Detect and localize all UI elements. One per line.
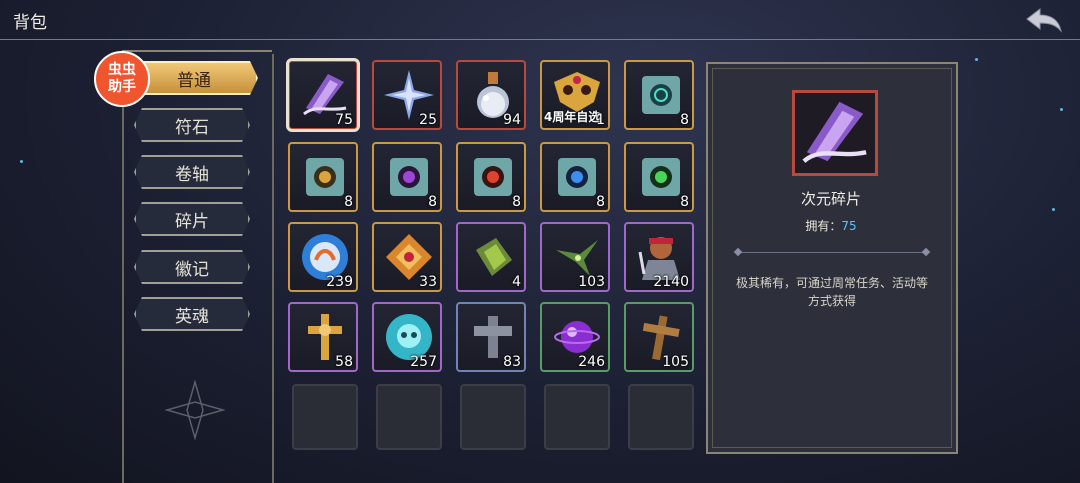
item-count: 8 (344, 194, 353, 210)
item-detail-panel: 次元碎片 拥有：75 极其稀有，可通过周常任务、活动等方式获得 (706, 62, 958, 454)
empty-slot (460, 384, 526, 450)
item-slot[interactable]: 8 (372, 142, 442, 212)
item-slot[interactable]: 103 (540, 222, 610, 292)
item-slot[interactable]: 8 (624, 60, 694, 130)
item-slot[interactable]: 8 (288, 142, 358, 212)
empty-slot (544, 384, 610, 450)
item-count: 33 (419, 274, 437, 290)
item-count: 8 (596, 194, 605, 210)
owned-label: 拥有： (805, 219, 842, 233)
empty-slot (376, 384, 442, 450)
back-arrow-icon[interactable] (1024, 6, 1064, 34)
item-count: 58 (335, 354, 353, 370)
sparkle (1060, 108, 1063, 111)
crystal-shard-icon (802, 101, 867, 163)
nav-tab-fragment[interactable]: 碎片 (134, 202, 250, 236)
nav-ornament (165, 380, 225, 440)
item-count: 8 (680, 194, 689, 210)
item-count: 94 (503, 112, 521, 128)
sparkle (20, 160, 23, 163)
empty-slot (292, 384, 358, 450)
sparkle (975, 58, 978, 61)
item-count: 105 (662, 354, 689, 370)
badge-line-2: 助手 (108, 79, 136, 95)
assistant-badge[interactable]: 虫虫 助手 (94, 51, 150, 107)
item-tag: 4周年自选 (544, 110, 601, 124)
owned-value: 75 (841, 219, 857, 233)
nav-top-rail (122, 50, 272, 52)
item-slot[interactable]: 246 (540, 302, 610, 372)
nav-tab-hero-soul[interactable]: 英魂 (134, 297, 250, 331)
item-slot[interactable]: 83 (456, 302, 526, 372)
item-slot[interactable]: 4 (456, 222, 526, 292)
item-count: 25 (419, 112, 437, 128)
item-count: 8 (512, 194, 521, 210)
badge-line-1: 虫虫 (108, 62, 136, 78)
item-slot[interactable]: 25 (372, 60, 442, 130)
item-count: 83 (503, 354, 521, 370)
nav-tab-scroll[interactable]: 卷轴 (134, 155, 250, 189)
owned-count: 拥有：75 (708, 217, 954, 234)
item-description: 极其稀有，可通过周常任务、活动等方式获得 (735, 276, 928, 308)
item-count: 257 (410, 354, 437, 370)
selected-item-name: 次元碎片 (800, 190, 861, 208)
nav-tab-runestone[interactable]: 符石 (134, 108, 250, 142)
item-slot[interactable]: 8 (540, 142, 610, 212)
item-count: 8 (428, 194, 437, 210)
item-slot[interactable]: 2140 (624, 222, 694, 292)
item-slot[interactable]: 4周年自选 1 (540, 60, 610, 130)
page-title: 背包 (13, 13, 47, 33)
item-slot[interactable]: 8 (624, 142, 694, 212)
item-slot[interactable]: 58 (288, 302, 358, 372)
selected-item-icon-frame (792, 90, 878, 176)
detail-divider (738, 252, 926, 253)
item-slot[interactable]: 33 (372, 222, 442, 292)
item-slot[interactable]: 239 (288, 222, 358, 292)
item-slot[interactable]: 94 (456, 60, 526, 130)
item-count: 4 (512, 274, 521, 290)
item-count: 103 (578, 274, 605, 290)
item-count: 246 (578, 354, 605, 370)
item-slot[interactable]: 105 (624, 302, 694, 372)
header-divider (0, 39, 1080, 40)
nav-tab-emblem[interactable]: 徽记 (134, 250, 250, 284)
item-count: 75 (335, 112, 353, 128)
item-slot[interactable]: 257 (372, 302, 442, 372)
item-count: 8 (680, 112, 689, 128)
item-count: 239 (326, 274, 353, 290)
top-bar: 背包 (0, 0, 1080, 40)
sparkle (1052, 208, 1055, 211)
item-slot[interactable]: 75 (286, 58, 360, 132)
item-count: 1 (596, 112, 605, 128)
empty-slot (628, 384, 694, 450)
item-slot[interactable]: 8 (456, 142, 526, 212)
item-count: 2140 (653, 274, 689, 290)
